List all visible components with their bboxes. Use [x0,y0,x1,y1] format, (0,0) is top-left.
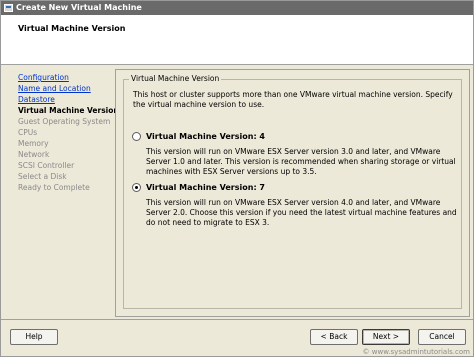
version-7-radio[interactable] [132,182,141,192]
app-icon [4,4,13,12]
cancel-button[interactable]: Cancel [418,329,466,345]
version-groupbox: Virtual Machine Version This host or clu… [123,74,462,309]
wizard-steps: Configuration Name and Location Datastor… [1,66,119,316]
page-title: Virtual Machine Version [18,24,126,33]
step-memory: Memory [18,139,49,148]
content-panel: Virtual Machine Version This host or clu… [115,69,470,317]
next-button[interactable]: Next > [362,329,410,345]
wizard-window: Create New Virtual Machine Virtual Machi… [0,0,474,357]
intro-text: This host or cluster supports more than … [133,90,453,109]
version-7-description: This version will run on VMware ESX Serv… [146,198,457,227]
help-button[interactable]: Help [10,329,58,345]
version-4-radio-row[interactable]: Virtual Machine Version: 4 [132,130,458,142]
step-configuration[interactable]: Configuration [18,72,111,83]
step-name-and-location[interactable]: Name and Location [18,83,111,94]
step-scsi-controller: SCSI Controller [18,161,75,170]
watermark: © www.sysadmintutorials.com [362,348,470,356]
step-datastore[interactable]: Datastore [18,94,111,105]
version-4-description: This version will run on VMware ESX Serv… [146,147,456,176]
version-7-radio-row[interactable]: Virtual Machine Version: 7 [132,181,458,193]
step-network: Network [18,150,50,159]
option-version-4: Virtual Machine Version: 4 This version … [132,130,458,177]
step-cpus: CPUs [18,128,38,137]
title-bar: Create New Virtual Machine [1,1,473,15]
wizard-header: Virtual Machine Version [1,15,473,65]
groupbox-legend: Virtual Machine Version [129,74,222,83]
window-title: Create New Virtual Machine [16,3,142,12]
step-ready-to-complete: Ready to Complete [18,183,90,192]
step-select-a-disk: Select a Disk [18,172,67,181]
option-version-7: Virtual Machine Version: 7 This version … [132,181,458,228]
version-4-label[interactable]: Virtual Machine Version: 4 [146,132,265,141]
version-7-label[interactable]: Virtual Machine Version: 7 [146,183,265,192]
step-guest-operating-system: Guest Operating System [18,117,111,126]
step-virtual-machine-version: Virtual Machine Version [18,106,119,115]
version-4-radio[interactable] [132,131,141,141]
back-button[interactable]: < Back [310,329,358,345]
